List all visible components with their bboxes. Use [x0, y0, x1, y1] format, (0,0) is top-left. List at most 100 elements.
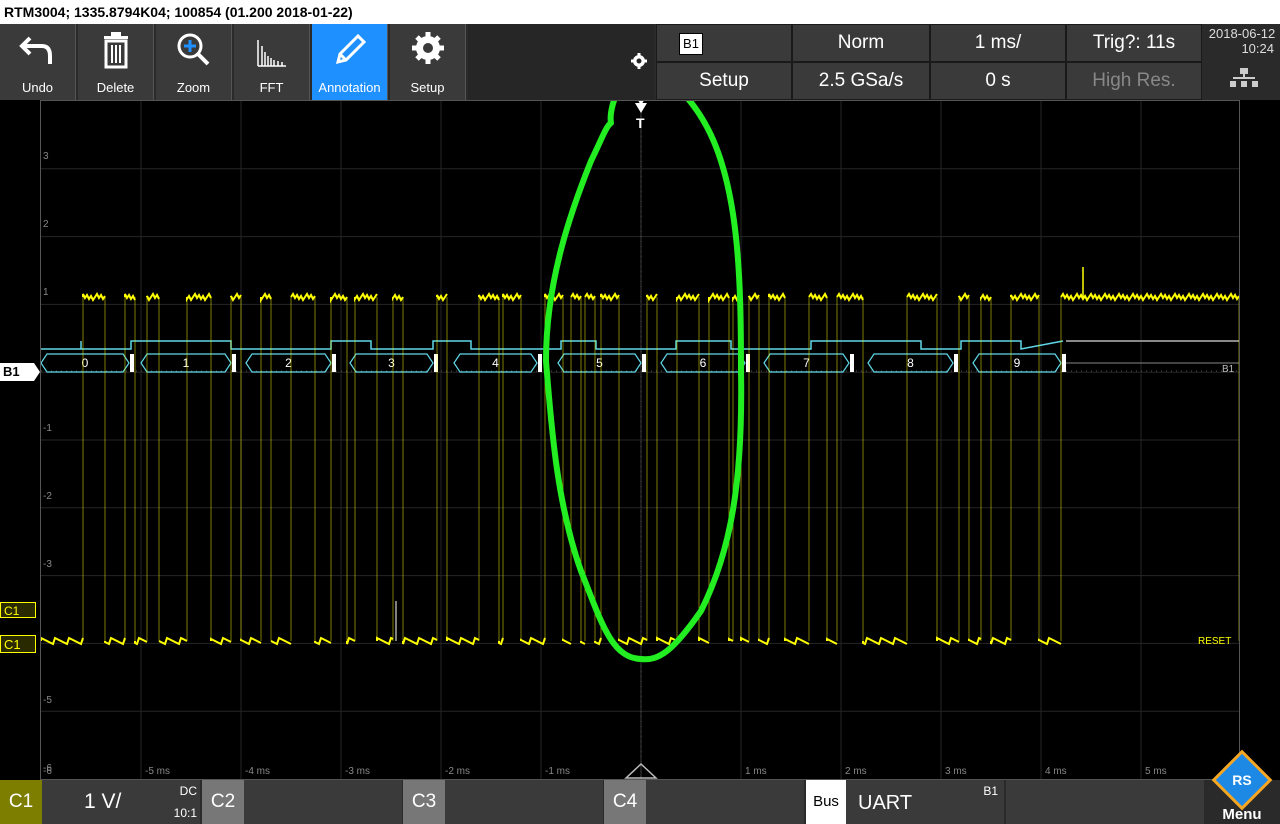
y-tick-label: 2	[43, 219, 49, 230]
frame-end-marker	[232, 354, 236, 372]
toolbar-settings-strip[interactable]	[624, 24, 654, 100]
trace-high-segment	[676, 292, 700, 303]
frame-end-marker	[954, 354, 958, 372]
frame-end-marker	[642, 354, 646, 372]
bus-frame-label: 6	[700, 356, 707, 370]
trace-high-segment	[1060, 292, 1240, 302]
trash-icon	[104, 32, 128, 69]
frame-end-marker	[434, 354, 438, 372]
trace-high-segment	[708, 292, 730, 304]
bus-decode: 0123456789	[40, 340, 1239, 373]
empty-slot	[1006, 780, 1204, 824]
fft-label: FFT	[259, 80, 284, 95]
c1-trigger-label: C1	[4, 604, 20, 618]
trace-high-segment	[186, 292, 212, 303]
frame-end-marker	[1062, 354, 1066, 372]
time-offset[interactable]: 0 s	[930, 62, 1066, 100]
trace-low-segment	[728, 637, 734, 642]
bus-marker[interactable]: B1	[0, 363, 34, 381]
acquisition-mode[interactable]: High Res.	[1066, 62, 1202, 100]
trace-high-segment	[502, 292, 522, 302]
c2-settings[interactable]	[244, 780, 402, 824]
trace-high-segment	[958, 292, 970, 302]
trigger-mode[interactable]: Norm	[792, 24, 930, 62]
x-tick-label: -1 ms	[545, 766, 570, 777]
trace-high-segment	[1010, 292, 1040, 302]
annotation-label: Annotation	[318, 80, 381, 95]
c1-coupling: DC	[179, 784, 197, 798]
toolbar-spacer	[468, 24, 624, 100]
bus-frame-label: 3	[388, 356, 395, 370]
c1-offset-marker[interactable]: C1	[0, 635, 36, 653]
x-tick-label: 2 ms	[845, 766, 867, 777]
bus-setup-button[interactable]: Setup	[656, 62, 792, 100]
c1-trigger-level-marker[interactable]: C1	[0, 602, 36, 618]
y-tick-label: -2	[43, 491, 52, 502]
y-axis-labels: 3 2 1 -1 -2 -3 -5 -6	[43, 151, 52, 774]
trace-high-segment	[260, 292, 272, 304]
trace-high-segment	[436, 293, 448, 302]
c4-tab[interactable]: C4	[604, 780, 646, 824]
bus-right-label: B1	[1222, 364, 1235, 375]
trace-high-segment	[570, 292, 582, 301]
trace-high-segment	[146, 292, 160, 302]
bus-tab[interactable]: Bus	[806, 780, 846, 824]
channel-1-trace	[40, 267, 1240, 646]
c1-tab[interactable]: C1	[0, 780, 42, 824]
trigger-status[interactable]: Trig?: 11s	[1066, 24, 1202, 62]
bus-badge-cell[interactable]: B1	[656, 24, 792, 62]
timebase[interactable]: 1 ms/	[930, 24, 1066, 62]
y-tick-label: -1	[43, 423, 52, 434]
zoom-button[interactable]: Zoom	[156, 24, 232, 100]
menu-button[interactable]: RS Menu	[1204, 749, 1280, 824]
frame-end-marker	[746, 354, 750, 372]
delete-label: Delete	[96, 80, 135, 95]
waveform-svg: 3 2 1 -1 -2 -3 -5 -6 -5 ms -4 ms -3 ms -2 ms -1 ms 1…	[40, 67, 1240, 779]
channel-bar: C1 1 V/ DC 10:1 C2 C3 C4 Bus UART B1 RS …	[0, 749, 1280, 824]
trace-high-segment	[124, 293, 136, 301]
x-tick-label: 1 ms	[745, 766, 767, 777]
x-tick-label: -5 ms	[145, 766, 170, 777]
trigger-marker: T	[636, 115, 645, 131]
trace-high-segment	[906, 292, 938, 302]
date-time-panel: 2018-06-12 10:24	[1204, 24, 1280, 100]
bus-frame-label: 8	[907, 356, 914, 370]
x-tick-label: 4 ms	[1045, 766, 1067, 777]
reset-label: RESET	[1198, 636, 1231, 647]
date-text: 2018-06-12	[1208, 26, 1276, 41]
c3-tab[interactable]: C3	[403, 780, 445, 824]
fft-button[interactable]: FFT	[234, 24, 310, 100]
x-tick-label: -2 ms	[445, 766, 470, 777]
fft-icon	[257, 40, 286, 67]
trace-high-segment	[980, 293, 992, 302]
setup-label: Setup	[410, 80, 445, 95]
undo-button[interactable]: Undo	[0, 24, 76, 100]
sample-rate[interactable]: 2.5 GSa/s	[792, 62, 930, 100]
y-tick-label: 1	[43, 287, 49, 298]
bus-frame-label: 9	[1014, 356, 1021, 370]
trace-high-segment	[82, 292, 106, 302]
c4-settings[interactable]	[646, 780, 804, 824]
delete-button[interactable]: Delete	[78, 24, 154, 100]
trace-high-segment	[600, 292, 620, 302]
trace-high-segment	[584, 292, 596, 301]
bus-settings[interactable]: UART B1	[846, 780, 1004, 824]
frame-end-marker	[332, 354, 336, 372]
trace-high-segment	[354, 292, 378, 303]
waveform-display[interactable]: 3 2 1 -1 -2 -3 -5 -6 -5 ms -4 ms -3 ms -2 ms -1 ms 1…	[40, 67, 1240, 780]
small-gear-icon	[631, 53, 647, 69]
y-tick-label: -3	[43, 559, 52, 570]
bus-frame-label: 5	[596, 356, 603, 370]
trace-high-segment	[808, 292, 828, 302]
setup-button[interactable]: Setup	[390, 24, 466, 100]
annotation-button[interactable]: Annotation	[312, 24, 388, 100]
bus-badge: B1	[679, 33, 703, 55]
c2-tab[interactable]: C2	[202, 780, 244, 824]
c3-settings[interactable]	[445, 780, 603, 824]
zoom-label: Zoom	[176, 80, 211, 95]
bus-id: B1	[983, 784, 998, 798]
c1-settings[interactable]: 1 V/ DC 10:1	[42, 780, 200, 824]
frame-end-marker	[538, 354, 542, 372]
menu-label: Menu	[1222, 806, 1262, 823]
network-icon	[1230, 68, 1258, 87]
